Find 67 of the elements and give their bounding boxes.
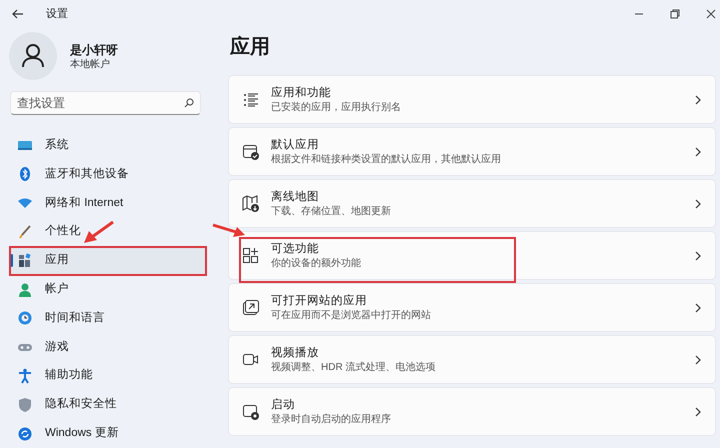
settings-card[interactable]: 可打开网站的应用 可在应用而不是浏览器中打开的网站 xyxy=(228,283,716,332)
chevron-icon xyxy=(695,406,701,416)
back-icon[interactable] xyxy=(12,9,24,19)
sidebar-item[interactable]: 个性化 xyxy=(10,218,206,246)
card-title: 应用和功能 xyxy=(271,86,332,100)
card-subtitle: 登录时自动启动的应用程序 xyxy=(271,412,391,426)
person-icon xyxy=(22,44,44,68)
sidebar-item[interactable]: 网络和 Internet xyxy=(10,188,206,218)
chevron-icon xyxy=(695,354,701,364)
annotation-arrow xyxy=(212,224,245,237)
selection-indicator xyxy=(10,254,13,268)
card-title: 视频播放 xyxy=(271,346,320,360)
card-subtitle: 可在应用而不是浏览器中打开的网站 xyxy=(271,308,431,322)
card-subtitle: 下载、存储位置、地图更新 xyxy=(271,204,391,218)
card-title: 默认应用 xyxy=(271,138,320,152)
card-title: 可打开网站的应用 xyxy=(271,294,368,308)
card-title: 可选功能 xyxy=(271,242,320,256)
sidebar-item[interactable]: 帐户 xyxy=(10,275,206,304)
settings-card[interactable]: 应用和功能 已安装的应用，应用执行别名 xyxy=(228,75,716,124)
sidebar-item[interactable]: 隐私和安全性 xyxy=(10,390,206,420)
settings-card[interactable]: 可选功能 你的设备的额外功能 xyxy=(228,231,716,280)
settings-card[interactable]: 启动 登录时自动启动的应用程序 xyxy=(228,387,716,436)
nav-icon xyxy=(17,310,33,326)
sidebar-item[interactable]: 应用 xyxy=(10,246,206,276)
window-title: 设置 xyxy=(46,6,68,22)
settings-card[interactable]: 离线地图 下载、存储位置、地图更新 xyxy=(228,179,716,228)
nav-icon xyxy=(17,224,33,240)
card-title: 启动 xyxy=(271,398,296,412)
card-icon xyxy=(242,351,259,368)
card-icon xyxy=(242,143,259,160)
card-subtitle: 视频调整、HDR 流式处理、电池选项 xyxy=(271,360,436,374)
page-title: 应用 xyxy=(230,34,271,60)
search-field[interactable]: 查找设置 xyxy=(10,91,201,116)
chevron-icon xyxy=(695,302,701,312)
card-subtitle: 根据文件和链接种类设置的默认应用，其他默认应用 xyxy=(271,152,501,166)
chevron-icon xyxy=(695,146,701,156)
card-title: 离线地图 xyxy=(271,190,320,204)
card-icon xyxy=(242,403,259,420)
annotation-arrow xyxy=(84,220,114,243)
card-subtitle: 你的设备的额外功能 xyxy=(271,256,361,270)
sidebar-item[interactable]: 辅助功能 xyxy=(10,362,206,390)
nav-icon xyxy=(17,282,33,298)
nav-icon xyxy=(17,396,33,413)
account-type: 本地帐户 xyxy=(70,58,111,71)
close-icon[interactable] xyxy=(706,9,716,19)
nav-icon xyxy=(17,368,33,384)
nav-icon xyxy=(17,252,33,269)
card-subtitle: 已安装的应用，应用执行别名 xyxy=(271,100,401,114)
sidebar-item[interactable]: Windows 更新 xyxy=(10,419,206,448)
nav-icon xyxy=(17,166,33,182)
sidebar-item[interactable]: 系统 xyxy=(10,131,206,160)
search-icon xyxy=(184,98,194,108)
chevron-icon xyxy=(695,198,701,208)
chevron-icon xyxy=(695,250,701,260)
sidebar-item[interactable]: 时间和语言 xyxy=(10,304,206,333)
restore-icon[interactable] xyxy=(670,9,680,19)
card-icon xyxy=(242,299,259,316)
sidebar-item[interactable]: 蓝牙和其他设备 xyxy=(10,160,206,189)
nav-icon xyxy=(17,426,33,442)
card-icon xyxy=(242,247,259,264)
sidebar-item[interactable]: 游戏 xyxy=(10,332,206,362)
profile-name: 是小轩呀 xyxy=(70,42,118,58)
chevron-icon xyxy=(695,94,701,104)
settings-card[interactable]: 默认应用 根据文件和链接种类设置的默认应用，其他默认应用 xyxy=(228,127,716,176)
settings-card[interactable]: 视频播放 视频调整、HDR 流式处理、电池选项 xyxy=(228,335,716,384)
card-icon xyxy=(242,91,259,108)
card-icon xyxy=(242,195,259,212)
